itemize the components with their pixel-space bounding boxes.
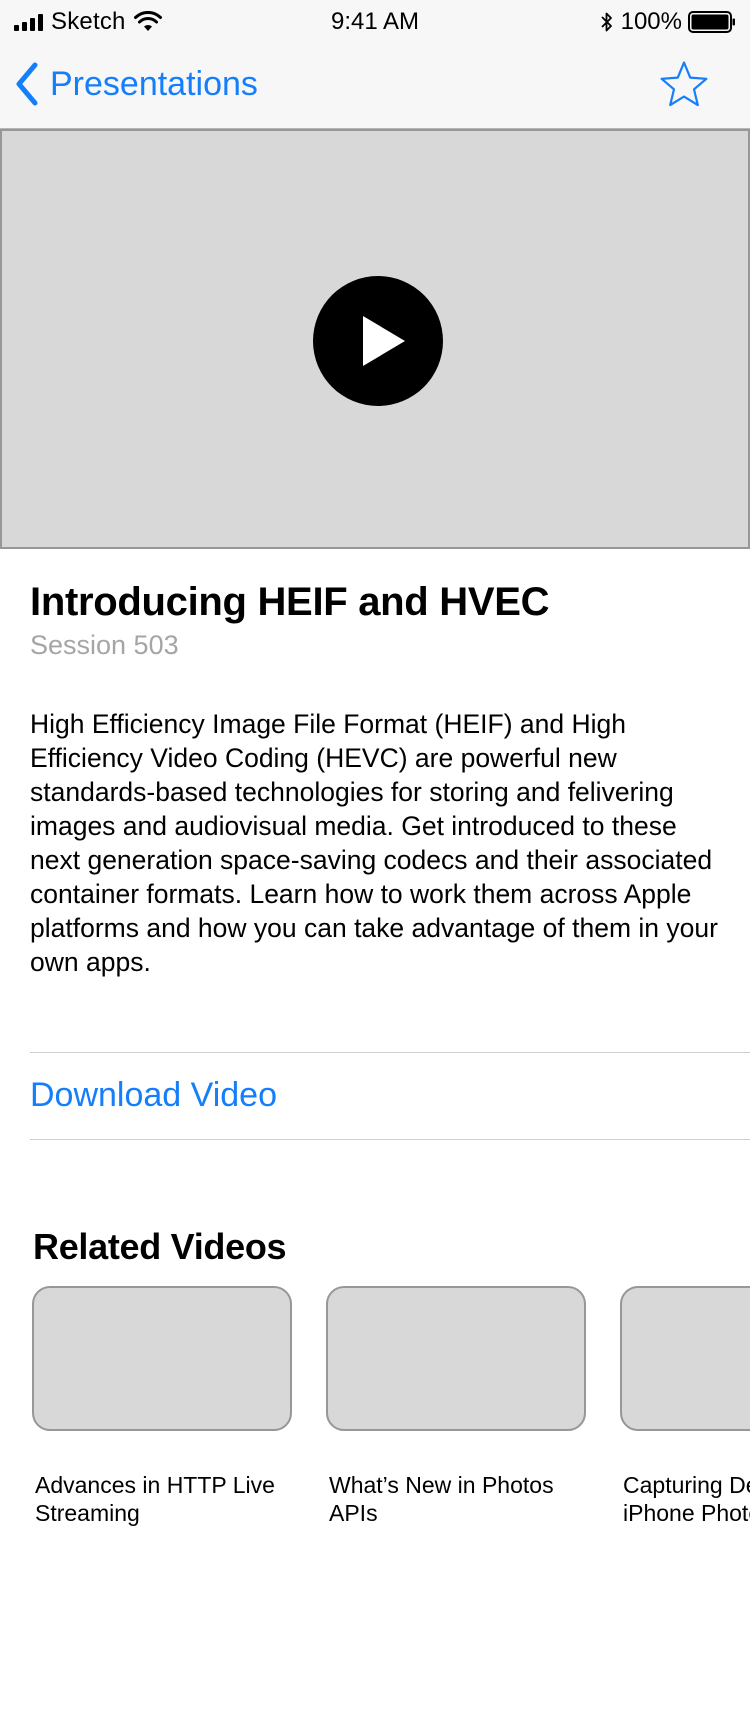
navigation-bar: Presentations [0,44,750,129]
session-description: High Efficiency Image File Format (HEIF)… [30,707,730,979]
status-bar-right: 100% [599,6,736,38]
title-line: Streaming [35,1500,140,1526]
video-thumbnail[interactable] [620,1286,750,1431]
related-video-card[interactable]: What’s New in Photos APIs [326,1286,586,1527]
related-video-title: Advances in HTTP Live Streaming [35,1471,305,1527]
related-video-card[interactable]: Advances in HTTP Live Streaming [32,1286,292,1527]
status-bar: Sketch 9:41 AM 100% [0,0,750,44]
description-line: standards-based technologies for storing… [30,777,674,807]
title-line: What’s New in Photos [329,1472,554,1498]
session-title: Introducing HEIF and HVEC [30,580,550,624]
video-thumbnail[interactable] [326,1286,586,1431]
star-outline-icon[interactable] [658,59,710,111]
description-line: Efficiency Video Coding (HEVC) are power… [30,743,617,773]
title-line: iPhone Photo [623,1500,750,1526]
title-line: Advances in HTTP Live [35,1472,275,1498]
description-line: next generation space-saving codecs and … [30,845,713,875]
related-video-title: Capturing De iPhone Photo [623,1471,750,1527]
description-line: platforms and how you can take advantage… [30,913,718,943]
related-videos-carousel[interactable]: Advances in HTTP Live Streaming What’s N… [0,1286,750,1546]
divider [30,1139,750,1140]
description-line: container formats. Learn how to work the… [30,879,692,909]
battery-icon [688,11,735,33]
related-videos-heading: Related Videos [33,1226,287,1267]
play-icon [363,316,405,366]
video-player[interactable] [0,129,750,549]
divider [30,1052,750,1053]
video-thumbnail[interactable] [32,1286,292,1431]
description-line: own apps. [30,947,151,977]
battery-percent: 100% [620,8,682,35]
description-line: High Efficiency Image File Format (HEIF)… [30,709,626,739]
title-line: Capturing De [623,1472,750,1498]
title-line: APIs [329,1500,378,1526]
play-button[interactable] [313,276,443,406]
related-video-card[interactable]: Capturing De iPhone Photo [620,1286,750,1527]
bluetooth-icon [600,12,612,32]
download-video-button[interactable]: Download Video [30,1076,277,1115]
back-button-label: Presentations [50,64,258,103]
chevron-left-icon [16,62,38,106]
related-video-title: What’s New in Photos APIs [329,1471,599,1527]
session-number: Session 503 [30,630,179,660]
back-button[interactable]: Presentations [14,58,258,110]
description-line: images and audiovisual media. Get introd… [30,811,677,841]
